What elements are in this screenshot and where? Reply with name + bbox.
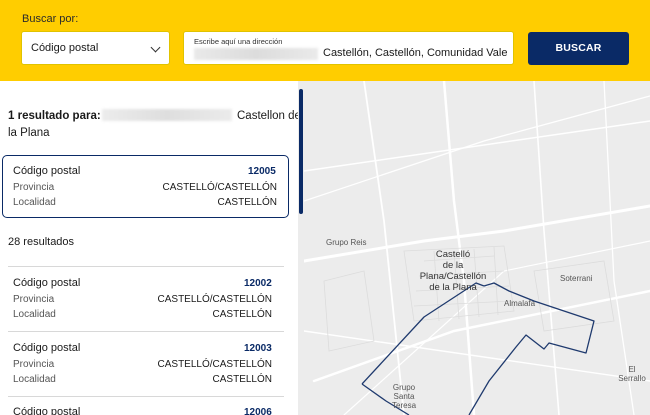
selected-province-label: Provincia bbox=[13, 182, 55, 193]
address-input-label: Escribe aquí una dirección bbox=[194, 37, 283, 46]
address-redacted-text bbox=[194, 48, 318, 60]
result-locality-value: CASTELLÓN bbox=[212, 309, 272, 320]
results-header-city-cont: la Plana bbox=[8, 127, 50, 139]
result-locality-label: Localidad bbox=[13, 309, 56, 320]
search-button[interactable]: BUSCAR bbox=[528, 32, 629, 65]
result-locality-label: Localidad bbox=[13, 374, 56, 385]
result-province-value: CASTELLÓ/CASTELLÓN bbox=[157, 359, 272, 370]
map-label-soterrani: Soterrani bbox=[560, 274, 593, 283]
map-label-almalafa: Almalafa bbox=[504, 299, 536, 308]
search-type-value: Código postal bbox=[31, 42, 99, 54]
search-type-select[interactable]: Código postal bbox=[21, 31, 170, 65]
map-label-city: Castelló de la Plana/Castellón de la Pla… bbox=[419, 249, 487, 293]
chevron-down-icon bbox=[150, 42, 161, 53]
selected-postal-label: Código postal bbox=[13, 165, 81, 177]
result-postal-value: 12003 bbox=[244, 343, 272, 354]
map-label-el-serrallo: El Serrallo bbox=[618, 365, 646, 383]
results-redacted-query bbox=[102, 109, 232, 121]
results-count: 28 resultados bbox=[8, 236, 75, 248]
selected-locality-label: Localidad bbox=[13, 197, 56, 208]
selected-locality-value: CASTELLÓN bbox=[217, 197, 277, 208]
result-province-value: CASTELLÓ/CASTELLÓN bbox=[157, 294, 272, 305]
map-view[interactable]: Grupo Reis Castelló de la Plana/Castelló… bbox=[304, 81, 650, 415]
results-header-city: Castellon de bbox=[237, 110, 301, 122]
results-scrollbar-thumb[interactable] bbox=[299, 89, 303, 214]
map-roads bbox=[304, 81, 650, 415]
result-postal-value: 12006 bbox=[244, 407, 272, 415]
selected-province-value: CASTELLÓ/CASTELLÓN bbox=[162, 182, 277, 193]
address-input-value: Castellón, Castellón, Comunidad Vale bbox=[323, 47, 508, 59]
divider bbox=[8, 396, 284, 397]
map-label-grupo-reis: Grupo Reis bbox=[326, 238, 367, 247]
result-province-label: Provincia bbox=[13, 294, 55, 305]
result-postal-label: Código postal bbox=[13, 342, 81, 354]
divider bbox=[8, 266, 284, 267]
result-postal-label: Código postal bbox=[13, 406, 81, 415]
map-label-grupo-santa-teresa: Grupo Santa Teresa bbox=[392, 383, 417, 410]
address-input[interactable]: Escribe aquí una dirección Castellón, Ca… bbox=[183, 31, 514, 65]
divider bbox=[8, 331, 284, 332]
result-locality-value: CASTELLÓN bbox=[212, 374, 272, 385]
result-postal-value: 12002 bbox=[244, 278, 272, 289]
selected-postal-value: 12005 bbox=[248, 166, 276, 177]
search-by-label: Buscar por: bbox=[22, 13, 79, 25]
search-header: Buscar por: Código postal Escribe aquí u… bbox=[0, 0, 650, 81]
result-postal-label: Código postal bbox=[13, 277, 81, 289]
result-province-label: Provincia bbox=[13, 359, 55, 370]
